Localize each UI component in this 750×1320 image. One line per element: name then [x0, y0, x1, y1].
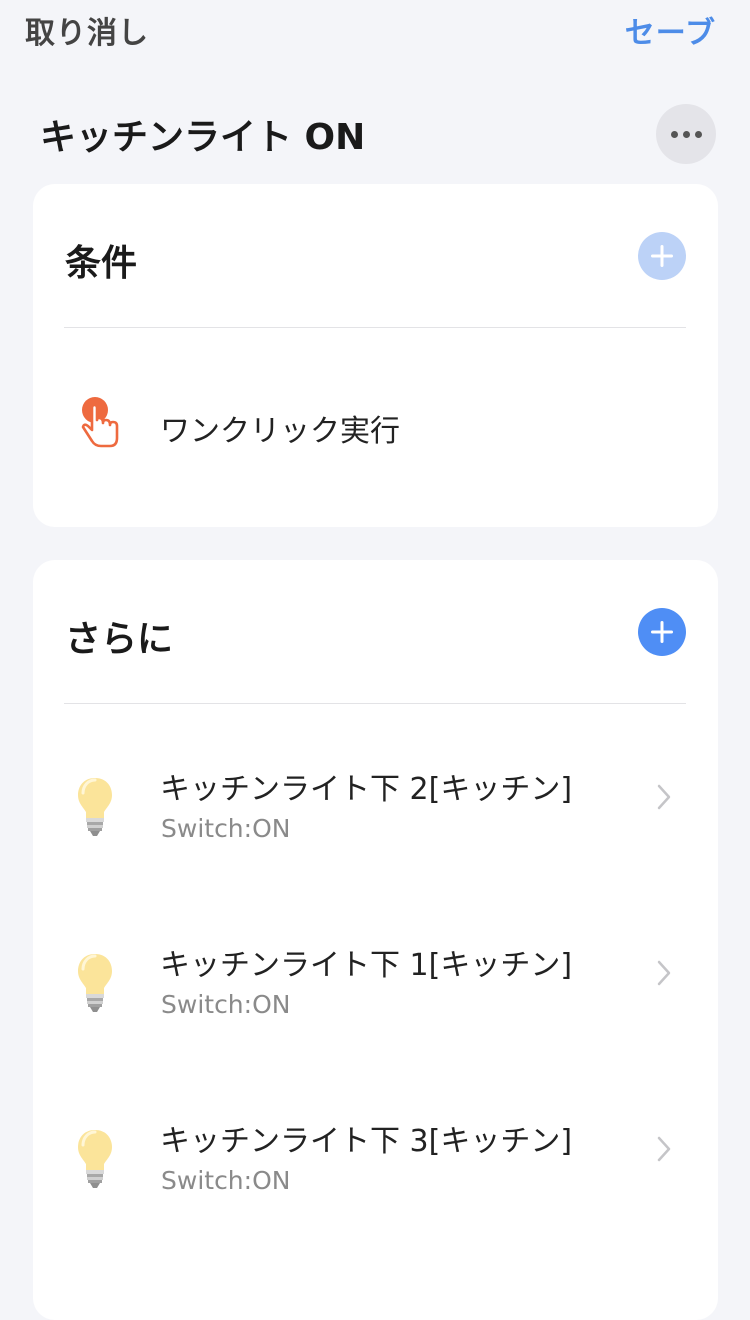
- add-action-button[interactable]: [638, 608, 686, 656]
- divider: [64, 327, 686, 328]
- add-condition-button[interactable]: [638, 232, 686, 280]
- action-status: Switch:ON: [161, 814, 291, 843]
- condition-label: ワンクリック実行: [160, 414, 400, 449]
- save-button[interactable]: セーブ: [625, 8, 716, 52]
- tap-hand-icon: [81, 397, 119, 448]
- scene-title: キッチンライト ON: [40, 117, 366, 158]
- cancel-button[interactable]: 取り消し: [25, 8, 149, 52]
- light-bulb-icon: [78, 954, 112, 1012]
- light-bulb-icon: [78, 778, 112, 836]
- top-bar: 取り消し セーブ: [0, 0, 750, 60]
- action-row[interactable]: キッチンライト下 2[キッチン] Switch:ON: [33, 764, 718, 894]
- condition-row[interactable]: ワンクリック実行: [33, 370, 718, 480]
- more-dot: [670, 130, 678, 138]
- plus-icon: [651, 245, 673, 267]
- divider: [64, 703, 686, 704]
- actions-card: さらに キッチンライト下 2[キッチン] Switch:ON キッチンライト下 …: [33, 560, 718, 1320]
- action-name: キッチンライト下 3[キッチン]: [160, 1124, 573, 1159]
- chevron-right-icon: [657, 784, 671, 810]
- actions-title: さらに: [65, 619, 174, 660]
- action-name: キッチンライト下 2[キッチン]: [160, 772, 573, 807]
- action-row[interactable]: キッチンライト下 3[キッチン] Switch:ON: [33, 1116, 718, 1246]
- action-name: キッチンライト下 1[キッチン]: [160, 948, 573, 983]
- more-options-button[interactable]: [656, 104, 716, 164]
- light-bulb-icon: [78, 1130, 112, 1188]
- action-status: Switch:ON: [161, 1166, 291, 1195]
- action-row[interactable]: キッチンライト下 1[キッチン] Switch:ON: [33, 940, 718, 1070]
- plus-icon: [651, 621, 673, 643]
- chevron-right-icon: [657, 1136, 671, 1162]
- more-dot: [682, 130, 690, 138]
- more-dot: [694, 130, 702, 138]
- action-status: Switch:ON: [161, 990, 291, 1019]
- conditions-card: 条件 ワンクリック実行: [33, 184, 718, 527]
- chevron-right-icon: [657, 960, 671, 986]
- conditions-title: 条件: [65, 243, 138, 284]
